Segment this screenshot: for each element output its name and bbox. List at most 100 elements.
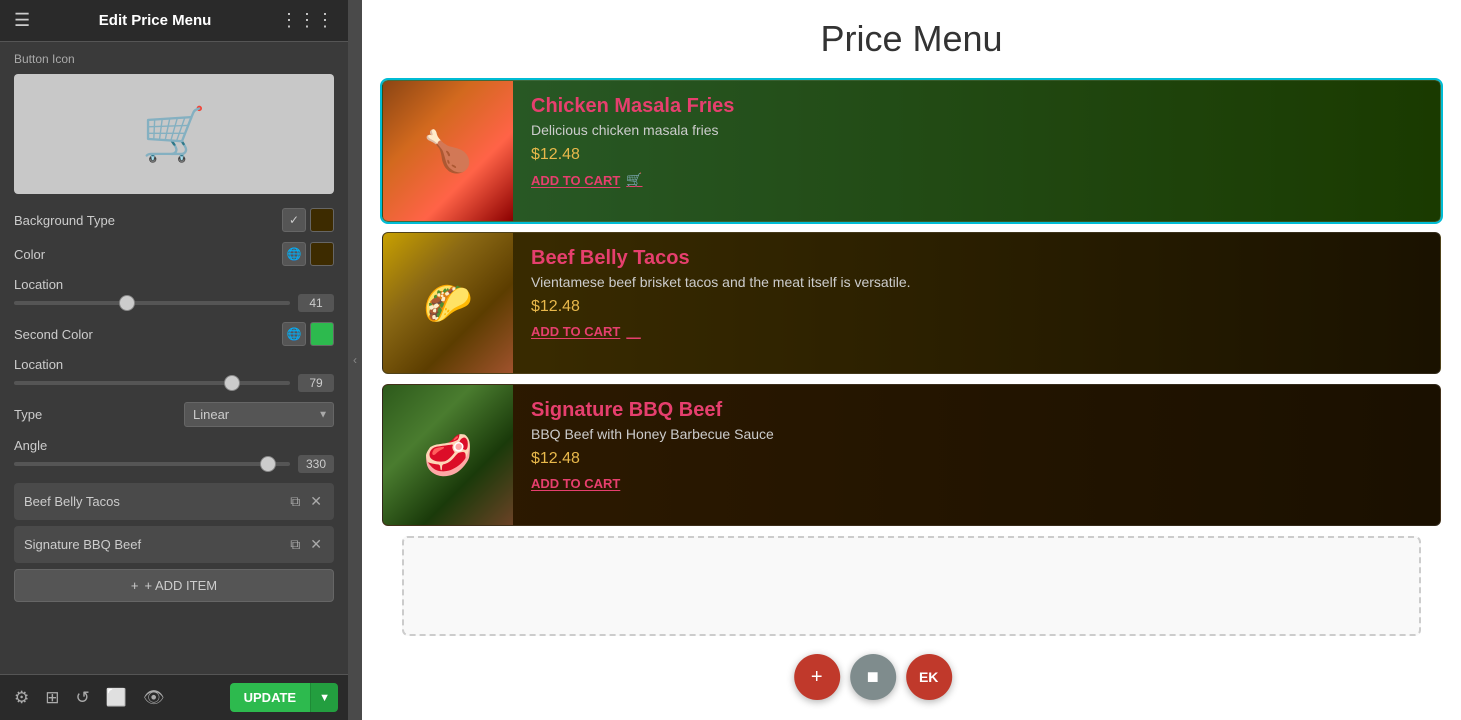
menu-item-1-desc: Delicious chicken masala fries [531,122,1422,138]
bg-type-check-btn[interactable]: ✓ [282,208,306,232]
location-1-value: 41 [298,294,334,312]
list-item-2-copy-btn[interactable]: ⧉ [288,534,302,555]
bottom-toolbar: ⚙ ⊞ ↺ ⬜ 👁 UPDATE ▼ [0,674,348,720]
left-panel: ☰ Edit Price Menu ⋮⋮⋮ Button Icon 🛒 Back… [0,0,348,720]
collapse-handle[interactable]: ‹ [348,0,362,720]
location-1-track[interactable] [14,301,290,305]
menu-item-1-price: $12.48 [531,146,1422,164]
menu-item-3-add-to-cart[interactable]: ADD TO CART [531,476,1422,491]
menu-card-2-image: 🌮 [383,233,513,373]
color-row: Color 🌐 [14,242,334,266]
history-icon-btn[interactable]: ↺ [72,684,94,712]
floating-buttons: + ■ EK [794,654,952,700]
second-color-swatch[interactable] [310,322,334,346]
location-2-slider-group: 79 [14,374,334,392]
settings-icon-btn[interactable]: ⚙ [10,684,33,712]
list-item-1-copy-btn[interactable]: ⧉ [288,491,302,512]
empty-drop-zone [402,536,1421,636]
background-type-label: Background Type [14,213,115,228]
menu-item-2-price: $12.48 [531,298,1422,316]
list-item-1-remove-btn[interactable]: ✕ [308,491,324,512]
cart-icon-1: 🛒 [626,172,642,188]
add-to-cart-3-label: ADD TO CART [531,476,620,491]
menu-item-2-add-to-cart[interactable]: ADD TO CART __ [531,324,1422,339]
eye-icon-btn[interactable]: 👁 [139,684,169,712]
cart-icon-large: 🛒 [142,104,207,165]
list-item: Beef Belly Tacos ⧉ ✕ [14,483,334,520]
color-label: Color [14,247,45,262]
layers-icon-btn[interactable]: ⊞ [41,684,63,712]
add-to-cart-2-label: ADD TO CART [531,324,620,339]
update-btn-group: UPDATE ▼ [230,683,338,712]
menu-item-2-name: Beef Belly Tacos [531,247,1422,270]
list-item-text-1: Beef Belly Tacos [24,494,288,509]
grid-icon[interactable]: ⋮⋮⋮ [280,10,334,31]
menu-card-2: 🌮 Beef Belly Tacos Vientamese beef brisk… [382,232,1441,374]
angle-thumb[interactable] [260,456,276,472]
menu-container: 🍗 Chicken Masala Fries Delicious chicken… [362,70,1461,720]
cart-icon-2: __ [626,324,640,339]
color-globe-btn[interactable]: 🌐 [282,242,306,266]
button-icon-label: Button Icon [14,52,334,66]
menu-card-3-body: Signature BBQ Beef BBQ Beef with Honey B… [513,385,1440,525]
location-2-row: Location 79 [14,356,334,392]
list-item-2: Signature BBQ Beef ⧉ ✕ [14,526,334,563]
menu-card-1-image: 🍗 [383,81,513,221]
menu-item-3-desc: BBQ Beef with Honey Barbecue Sauce [531,426,1422,442]
list-item-2-actions: ⧉ ✕ [288,534,324,555]
menu-card-2-body: Beef Belly Tacos Vientamese beef brisket… [513,233,1440,373]
menu-item-3-price: $12.48 [531,450,1422,468]
menu-card-1-body: Chicken Masala Fries Delicious chicken m… [513,81,1440,221]
second-color-globe-btn[interactable]: 🌐 [282,322,306,346]
add-item-button[interactable]: + + ADD ITEM [14,569,334,602]
fab-edit-button[interactable]: EK [906,654,952,700]
background-type-controls: ✓ [282,208,334,232]
hamburger-icon[interactable]: ☰ [14,10,30,31]
location-1-thumb[interactable] [119,295,135,311]
angle-track[interactable] [14,462,290,466]
location-1-label: Location [14,277,63,292]
second-color-controls: 🌐 [282,322,334,346]
list-item-2-remove-btn[interactable]: ✕ [308,534,324,555]
bg-type-color-swatch[interactable] [310,208,334,232]
list-items: Beef Belly Tacos ⧉ ✕ Signature BBQ Beef … [14,483,334,563]
menu-card-3-image: 🥩 [383,385,513,525]
type-select-wrapper: Linear Radial ▼ [184,402,334,427]
location-1-slider-group: 41 [14,294,334,312]
menu-item-1-name: Chicken Masala Fries [531,95,1422,118]
add-item-icon: + [131,578,139,593]
location-2-value: 79 [298,374,334,392]
background-type-row: Background Type ✓ [14,208,334,232]
location-2-thumb[interactable] [224,375,240,391]
page-title: Price Menu [362,0,1461,70]
update-dropdown-btn[interactable]: ▼ [310,683,338,712]
icon-preview-box: 🛒 [14,74,334,194]
menu-item-1-add-to-cart[interactable]: ADD TO CART 🛒 [531,172,1422,188]
angle-row: Angle 330 [14,437,334,473]
update-button[interactable]: UPDATE [230,683,310,712]
menu-item-3-name: Signature BBQ Beef [531,399,1422,422]
right-panel: Price Menu 🍗 Chicken Masala Fries Delici… [362,0,1461,720]
second-color-row: Second Color 🌐 [14,322,334,346]
top-bar: ☰ Edit Price Menu ⋮⋮⋮ [0,0,348,42]
menu-item-2-desc: Vientamese beef brisket tacos and the me… [531,274,1422,290]
add-item-label: + ADD ITEM [144,578,217,593]
location-1-row: Location 41 [14,276,334,312]
angle-slider-group: 330 [14,455,334,473]
list-item-1-actions: ⧉ ✕ [288,491,324,512]
fab-stop-button[interactable]: ■ [850,654,896,700]
device-icon-btn[interactable]: ⬜ [102,684,131,712]
type-label: Type [14,407,42,422]
type-row: Type Linear Radial ▼ [14,402,334,427]
panel-title: Edit Price Menu [99,12,212,29]
panel-content: Button Icon 🛒 Background Type ✓ Color 🌐 … [0,42,348,674]
add-to-cart-1-label: ADD TO CART [531,173,620,188]
angle-label: Angle [14,438,47,453]
angle-value: 330 [298,455,334,473]
menu-card-1: 🍗 Chicken Masala Fries Delicious chicken… [382,80,1441,222]
type-select[interactable]: Linear Radial [184,402,334,427]
fab-add-button[interactable]: + [794,654,840,700]
color-swatch[interactable] [310,242,334,266]
location-2-track[interactable] [14,381,290,385]
list-item-text-2: Signature BBQ Beef [24,537,288,552]
